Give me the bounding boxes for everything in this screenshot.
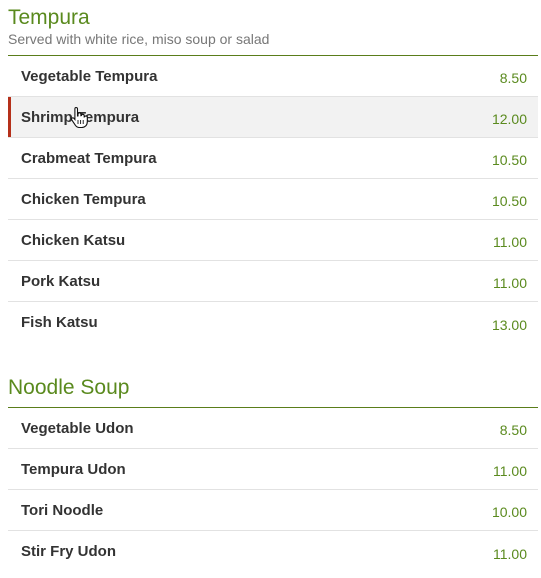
section-title: Tempura xyxy=(8,6,90,29)
item-name: Pork Katsu xyxy=(21,272,101,290)
item-name: Shrimp Tempura xyxy=(21,108,140,126)
menu-item[interactable]: Chicken Katsu 11.00 xyxy=(8,220,538,261)
menu-item[interactable]: Crabmeat Tempura 10.50 xyxy=(8,138,538,179)
item-price: 10.50 xyxy=(491,152,527,168)
item-name: Stir Fry Udon xyxy=(21,543,117,560)
menu-item[interactable]: Vegetable Tempura 8.50 xyxy=(8,56,538,97)
item-price: 13.00 xyxy=(491,316,527,333)
section-subtitle: Served with white rice, miso soup or sal… xyxy=(8,31,270,47)
menu-item[interactable]: Fish Katsu 13.00 xyxy=(8,302,538,343)
item-price: 11.00 xyxy=(493,275,527,291)
menu-item[interactable]: Tori Noodle 10.00 xyxy=(8,490,538,531)
menu-item[interactable]: Vegetable Udon 8.50 xyxy=(8,408,538,449)
menu-section-tempura: Tempura Served with white rice, miso sou… xyxy=(8,6,538,343)
item-name: Chicken Katsu xyxy=(21,231,126,249)
item-price: 10.00 xyxy=(491,504,527,520)
item-name: Vegetable Tempura xyxy=(21,67,158,85)
item-name: Fish Katsu xyxy=(21,314,98,331)
item-price: 11.00 xyxy=(493,463,527,479)
item-price: 11.00 xyxy=(493,234,527,250)
section-title: Noodle Soup xyxy=(8,376,130,399)
item-name: Tempura Udon xyxy=(21,460,126,478)
section-header: Tempura Served with white rice, miso sou… xyxy=(8,6,538,56)
menu-item[interactable]: Pork Katsu 11.00 xyxy=(8,261,538,302)
item-price: 12.00 xyxy=(491,111,527,127)
item-name: Chicken Tempura xyxy=(21,190,146,208)
item-price: 10.50 xyxy=(491,193,527,209)
item-price: 8.50 xyxy=(499,70,527,86)
menu-item[interactable]: Chicken Tempura 10.50 xyxy=(8,179,538,220)
item-name: Tori Noodle xyxy=(21,501,104,519)
menu-item-list: Vegetable Tempura 8.50 Shrimp Tempura 12… xyxy=(8,56,538,343)
menu-item[interactable]: Shrimp Tempura 12.00 xyxy=(8,97,538,138)
menu-section-noodle-soup: Noodle Soup Vegetable Udon 8.50 Tempura … xyxy=(8,376,538,572)
section-header: Noodle Soup xyxy=(8,376,538,408)
item-name: Crabmeat Tempura xyxy=(21,149,157,167)
item-price: 11.00 xyxy=(493,545,527,562)
menu-item[interactable]: Tempura Udon 11.00 xyxy=(8,449,538,490)
menu-item-list: Vegetable Udon 8.50 Tempura Udon 11.00 T… xyxy=(8,408,538,572)
item-price: 8.50 xyxy=(499,422,527,438)
item-name: Vegetable Udon xyxy=(21,419,134,437)
menu-item[interactable]: Stir Fry Udon 11.00 xyxy=(8,531,538,572)
